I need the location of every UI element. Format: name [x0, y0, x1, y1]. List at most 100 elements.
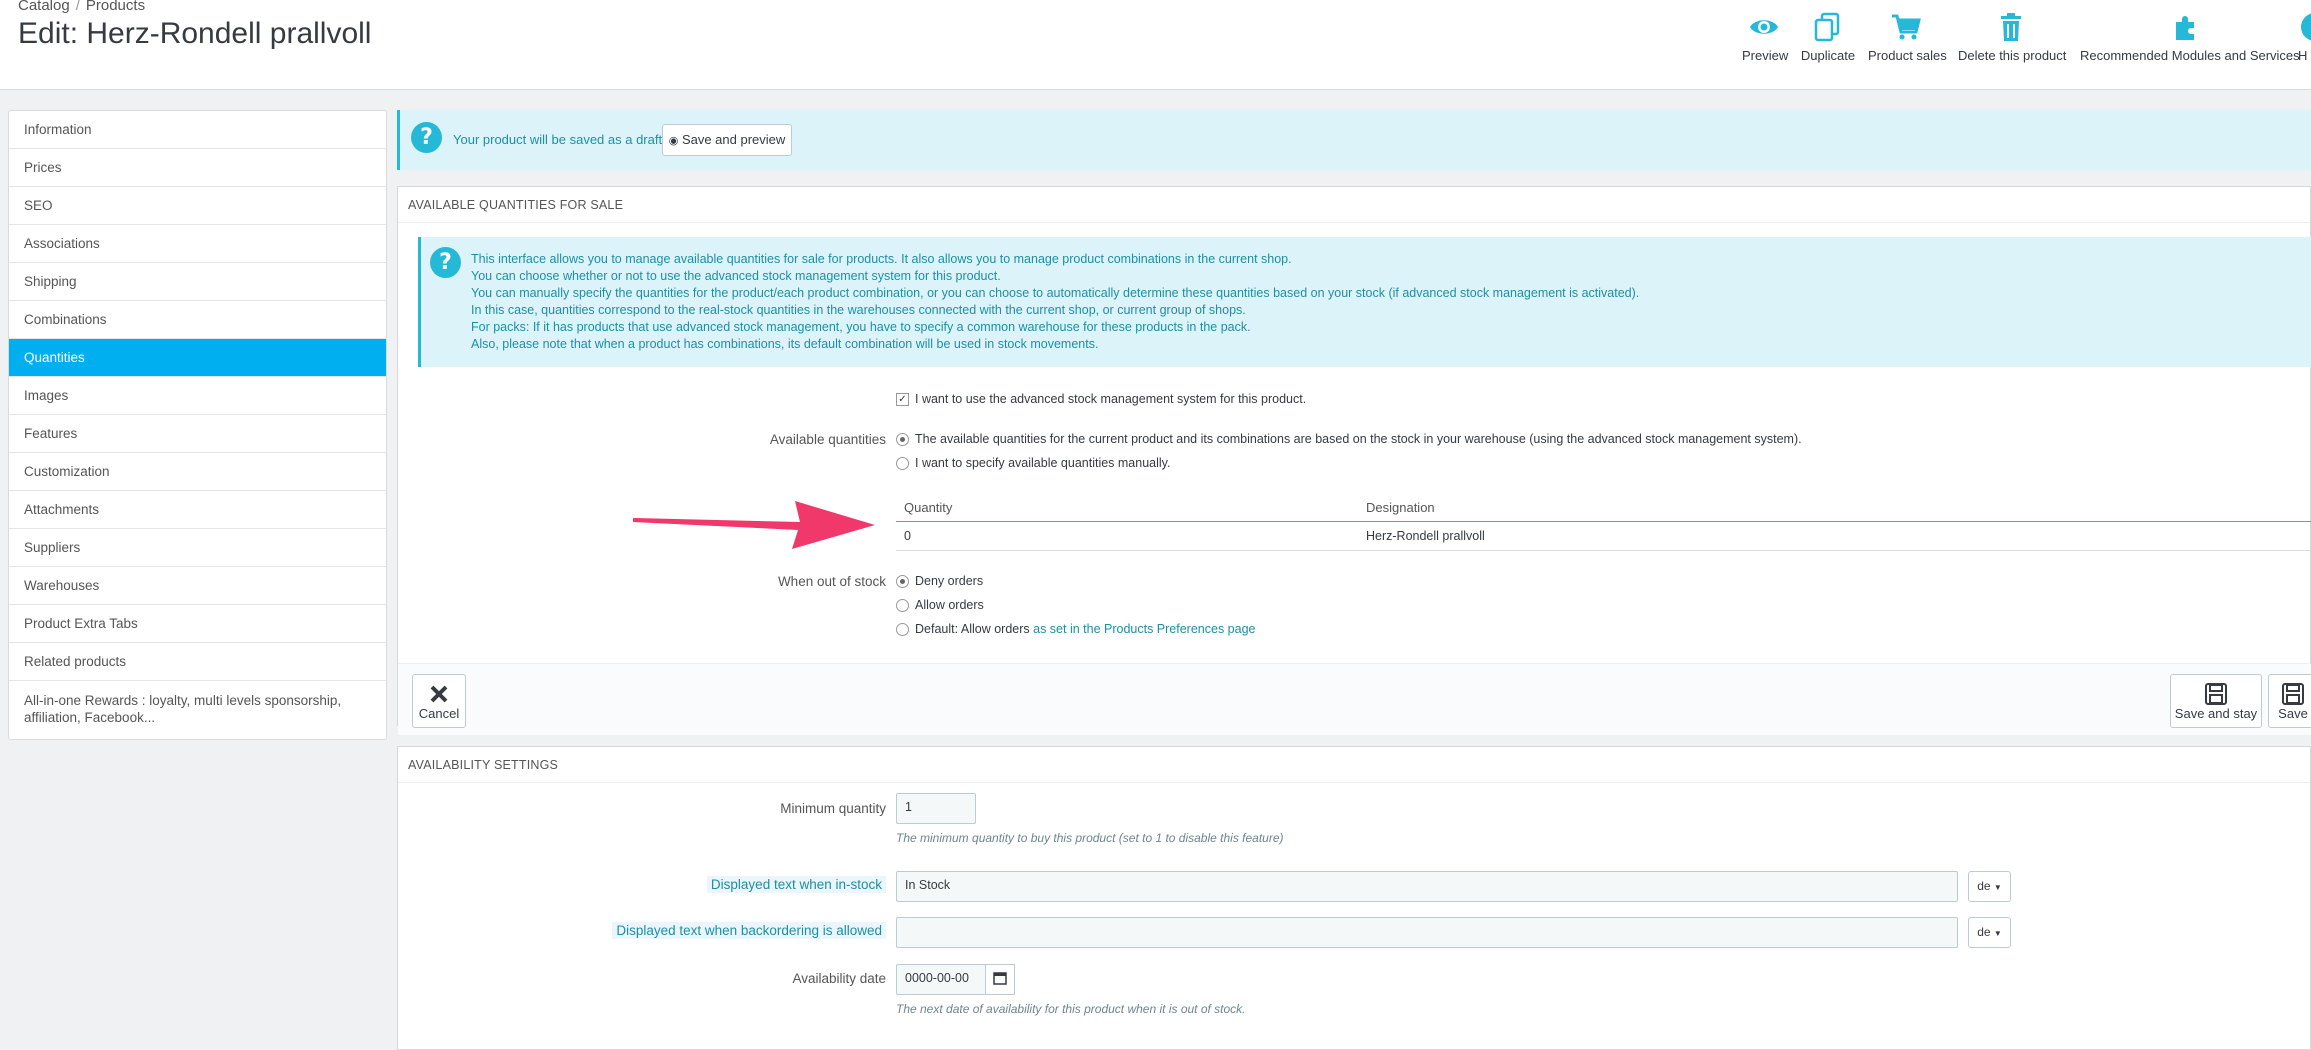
calendar-button[interactable]: [985, 964, 1015, 995]
sidebar-item-related-products[interactable]: Related products: [9, 643, 386, 681]
in-stock-text-label: Displayed text when in-stock: [706, 876, 886, 893]
info-line: This interface allows you to manage avai…: [471, 252, 1292, 266]
info-line: In this case, quantities correspond to t…: [471, 303, 1246, 317]
backorder-text-label: Displayed text when backordering is allo…: [612, 922, 886, 939]
delete-product-button[interactable]: Delete this product: [1958, 10, 2067, 63]
sidebar-item-seo[interactable]: SEO: [9, 187, 386, 225]
in-stock-label-wrap: Displayed text when in-stock: [598, 876, 886, 893]
out-of-stock-label: When out of stock: [777, 574, 886, 589]
breadcrumb-catalog[interactable]: Catalog: [18, 0, 70, 14]
radio-deny-orders[interactable]: [896, 575, 909, 589]
question-icon: ?: [411, 122, 442, 153]
info-lines: This interface allows you to manage avai…: [471, 251, 1639, 353]
in-stock-language-select[interactable]: de ▼: [1968, 871, 2011, 902]
radio-allow-orders[interactable]: [896, 599, 909, 613]
sidebar-item-images[interactable]: Images: [9, 377, 386, 415]
recommended-modules-button[interactable]: Recommended Modules and Services: [2080, 10, 2300, 63]
radio-manual-quantities[interactable]: [896, 457, 909, 471]
radio-warehouse-stock[interactable]: [896, 433, 909, 447]
backorder-label-wrap: Displayed text when backordering is allo…: [558, 922, 886, 939]
breadcrumb: Catalog / Products: [18, 0, 145, 14]
available-quantities-label: Available quantities: [769, 432, 886, 447]
product-sales-button[interactable]: Product sales: [1868, 10, 1947, 63]
close-icon: [430, 685, 448, 703]
deny-orders-label: Deny orders: [915, 574, 984, 588]
language-code: de: [1977, 925, 1991, 939]
qty-option-warehouse[interactable]: The available quantities for the current…: [896, 432, 1802, 447]
sidebar-item-suppliers[interactable]: Suppliers: [9, 529, 386, 567]
cart-icon: [1892, 14, 1921, 40]
sidebar-item-prices[interactable]: Prices: [9, 149, 386, 187]
sidebar-item-product-extra-tabs[interactable]: Product Extra Tabs: [9, 605, 386, 643]
backorder-text-input[interactable]: [896, 917, 1958, 948]
availability-panel: Availability settings Minimum quantity 1…: [397, 746, 2311, 1050]
allow-orders-option[interactable]: Allow orders: [896, 598, 984, 613]
quantities-panel: Available quantities for sale ? This int…: [397, 186, 2311, 735]
calendar-icon: [993, 972, 1007, 985]
sidebar-item-associations[interactable]: Associations: [9, 225, 386, 263]
info-line: For packs: If it has products that use a…: [471, 320, 1251, 334]
sidebar-item-warehouses[interactable]: Warehouses: [9, 567, 386, 605]
availability-date-hint: The next date of availability for this p…: [896, 1002, 1246, 1016]
cancel-button[interactable]: Cancel: [412, 674, 466, 728]
quantities-table: Quantity Designation 0 Herz-Rondell pral…: [896, 493, 2311, 551]
radio-default-orders[interactable]: [896, 623, 909, 637]
delete-product-label: Delete this product: [1958, 48, 2067, 63]
duplicate-button[interactable]: Duplicate: [1800, 10, 1856, 63]
designation-cell: Herz-Rondell prallvoll: [1366, 529, 1485, 543]
sidebar-item-attachments[interactable]: Attachments: [9, 491, 386, 529]
save-and-preview-button[interactable]: ◉ Save and preview: [662, 124, 792, 156]
product-sales-label: Product sales: [1868, 48, 1947, 63]
backorder-language-select[interactable]: de ▼: [1968, 917, 2011, 948]
help-button[interactable]: H: [2298, 10, 2311, 63]
advanced-stock-checkbox[interactable]: ✓: [896, 393, 909, 407]
default-orders-option[interactable]: Default: Allow orders as set in the Prod…: [896, 622, 1255, 637]
help-label: H: [2298, 48, 2308, 63]
save-button[interactable]: Save: [2268, 674, 2311, 728]
default-orders-label: Default: Allow orders: [915, 622, 1030, 636]
table-row: 0 Herz-Rondell prallvoll: [896, 522, 2311, 551]
info-line: Also, please note that when a product ha…: [471, 337, 1099, 351]
duplicate-label: Duplicate: [1800, 48, 1856, 63]
page-title: Edit: Herz-Rondell prallvoll: [18, 17, 372, 50]
minimum-quantity-input[interactable]: 1: [896, 793, 976, 824]
language-code: de: [1977, 879, 1991, 893]
deny-orders-option[interactable]: Deny orders: [896, 574, 984, 589]
draft-alert-text: Your product will be saved as a draft.: [453, 132, 666, 147]
puzzle-icon: [2176, 16, 2194, 40]
in-stock-text-input[interactable]: In Stock: [896, 871, 1958, 902]
floppy-icon: [2205, 683, 2227, 705]
sidebar-item-combinations[interactable]: Combinations: [9, 301, 386, 339]
qty-option-manual[interactable]: I want to specify available quantities m…: [896, 456, 1171, 471]
save-and-stay-label: Save and stay: [2174, 706, 2258, 721]
sidebar-item-information[interactable]: Information: [9, 111, 386, 149]
advanced-stock-label: I want to use the advanced stock managem…: [915, 392, 1307, 406]
sidebar-item-customization[interactable]: Customization: [9, 453, 386, 491]
sidebar-item-shipping[interactable]: Shipping: [9, 263, 386, 301]
col-quantity-header: Quantity: [904, 500, 953, 515]
duplicate-icon: [1814, 12, 1840, 42]
recommended-modules-label: Recommended Modules and Services: [2080, 48, 2300, 63]
sidebar-item-rewards[interactable]: All-in-one Rewards : loyalty, multi leve…: [9, 681, 386, 739]
save-and-stay-button[interactable]: Save and stay: [2170, 674, 2262, 728]
trash-icon: [2001, 13, 2021, 41]
qty-option-manual-label: I want to specify available quantities m…: [915, 456, 1171, 470]
minimum-quantity-hint: The minimum quantity to buy this product…: [896, 831, 1284, 845]
eye-icon: ◉: [668, 134, 679, 147]
products-preferences-link[interactable]: as set in the Products Preferences page: [1033, 622, 1255, 636]
draft-alert: ? Your product will be saved as a draft.…: [397, 110, 2311, 170]
availability-date-label: Availability date: [792, 971, 886, 986]
quantity-cell: 0: [904, 529, 911, 543]
breadcrumb-products[interactable]: Products: [86, 0, 145, 14]
sidebar-item-features[interactable]: Features: [9, 415, 386, 453]
availability-date-input[interactable]: 0000-00-00: [896, 964, 986, 995]
breadcrumb-separator: /: [75, 0, 80, 14]
info-line: You can manually specify the quantities …: [471, 286, 1640, 300]
advanced-stock-option[interactable]: ✓ I want to use the advanced stock manage…: [896, 392, 1307, 407]
preview-button[interactable]: Preview: [1742, 10, 1788, 63]
table-header: Quantity Designation: [896, 493, 2311, 522]
sidebar-item-quantities[interactable]: Quantities: [9, 339, 386, 377]
col-designation-header: Designation: [1366, 500, 1435, 515]
annotation-arrow: [633, 501, 875, 549]
quantities-panel-heading: Available quantities for sale: [398, 187, 2310, 223]
